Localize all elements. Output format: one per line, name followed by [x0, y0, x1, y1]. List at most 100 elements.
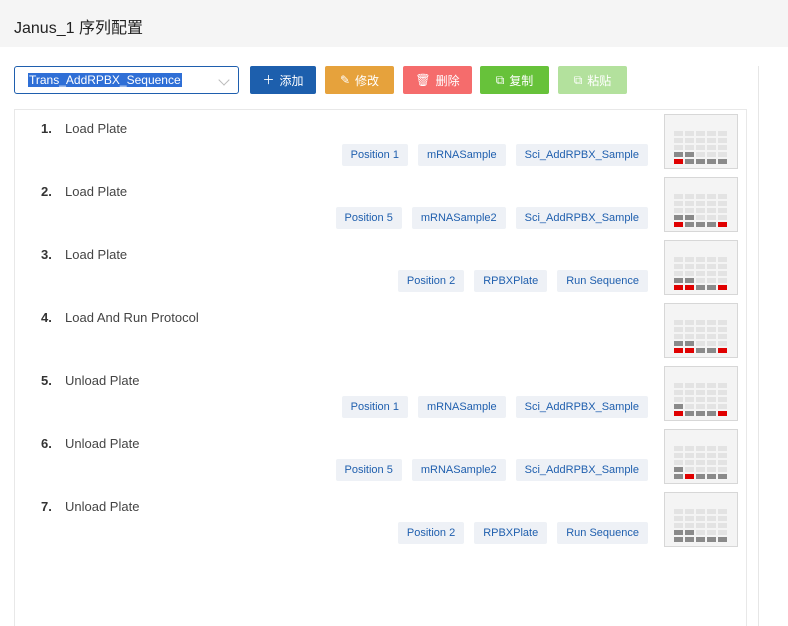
step-tag: Position 2 [397, 270, 465, 292]
deck-slot [718, 222, 727, 227]
deck-layout-thumbnail[interactable] [664, 429, 738, 484]
step-tags: Position 5 mRNASample2 Sci_AddRPBX_Sample [335, 207, 648, 229]
paste-icon: ⧉ [573, 73, 583, 87]
step-tag: mRNASample [417, 144, 506, 166]
deck-slot [718, 537, 727, 542]
deck-layout-thumbnail[interactable] [664, 303, 738, 358]
edit-button[interactable]: ✎ 修改 [325, 66, 394, 94]
delete-button[interactable]: 🗑 删除 [403, 66, 472, 94]
deck-slot [707, 257, 716, 262]
deck-slot [685, 537, 694, 542]
step-name: Load Plate [65, 247, 128, 262]
page-title: Janus_1 序列配置 [14, 20, 143, 37]
step-tag: RPBXPlate [474, 270, 548, 292]
sequence-step[interactable]: 3. Load Plate Position 2 RPBXPlate Run Seque… [15, 236, 748, 299]
sequence-step[interactable]: 5. Unload Plate Position 1 mRNASample Sci_Ad… [15, 362, 748, 425]
deck-slot [707, 145, 716, 150]
deck-slot [707, 208, 716, 213]
sequence-step[interactable]: 2. Load Plate Position 5 mRNASample2 Sci_Add… [15, 173, 748, 236]
deck-slot [696, 320, 705, 325]
sequence-select-value: Trans_AddRPBX_Sequence [28, 73, 182, 87]
deck-slot [718, 348, 727, 353]
add-button[interactable]: ＋ 添加 [250, 66, 316, 94]
deck-slot [685, 383, 694, 388]
deck-slot [707, 537, 716, 542]
deck-slot [707, 194, 716, 199]
deck-slot [707, 390, 716, 395]
deck-layout-thumbnail[interactable] [664, 177, 738, 232]
deck-slot [674, 159, 683, 164]
deck-slot [718, 201, 727, 206]
deck-slot [696, 334, 705, 339]
deck-slot [685, 222, 694, 227]
deck-slot [718, 145, 727, 150]
step-tag: RPBXPlate [474, 522, 548, 544]
deck-slot [718, 383, 727, 388]
step-name: Unload Plate [65, 499, 140, 514]
deck-slot [718, 159, 727, 164]
deck-slot [685, 404, 694, 409]
deck-slot [674, 467, 683, 472]
trash-icon: 🗑 [415, 73, 431, 87]
deck-slot [696, 152, 705, 157]
deck-slot [707, 222, 716, 227]
deck-slot [685, 341, 694, 346]
deck-slot [696, 201, 705, 206]
deck-slot [718, 194, 727, 199]
deck-slot [696, 131, 705, 136]
deck-slot [685, 453, 694, 458]
deck-layout-thumbnail[interactable] [664, 492, 738, 547]
deck-slot [674, 145, 683, 150]
deck-slot [674, 397, 683, 402]
paste-button[interactable]: ⧉ 粘贴 [558, 66, 627, 94]
deck-slot [696, 215, 705, 220]
deck-slot [685, 446, 694, 451]
step-number: 4. [41, 310, 52, 325]
deck-layout-thumbnail[interactable] [664, 366, 738, 421]
deck-slot [696, 537, 705, 542]
deck-slot [718, 390, 727, 395]
deck-slot [674, 390, 683, 395]
step-tag: Sci_AddRPBX_Sample [515, 207, 648, 229]
deck-slot [718, 404, 727, 409]
deck-slot [696, 264, 705, 269]
deck-slot [707, 404, 716, 409]
copy-button[interactable]: ⧉ 复制 [480, 66, 549, 94]
deck-slot [696, 145, 705, 150]
deck-slot [674, 131, 683, 136]
deck-slot [685, 278, 694, 283]
sequence-step[interactable]: 7. Unload Plate Position 2 RPBXPlate Run Seq… [15, 488, 748, 551]
deck-slot [707, 271, 716, 276]
deck-slot [707, 411, 716, 416]
deck-grid [674, 446, 727, 479]
deck-slot [696, 222, 705, 227]
deck-layout-thumbnail[interactable] [664, 240, 738, 295]
sequence-select[interactable]: Trans_AddRPBX_Sequence [14, 66, 239, 94]
deck-layout-thumbnail[interactable] [664, 114, 738, 169]
deck-slot [674, 194, 683, 199]
sequence-step[interactable]: 1. Load Plate Position 1 mRNASample Sci_AddR… [15, 110, 748, 173]
deck-slot [674, 404, 683, 409]
deck-slot [685, 257, 694, 262]
sequence-step[interactable]: 6. Unload Plate Position 5 mRNASample2 Sci_A… [15, 425, 748, 488]
deck-slot [685, 201, 694, 206]
deck-slot [707, 348, 716, 353]
scrollbar-track[interactable] [758, 66, 759, 626]
sequence-step[interactable]: 4. Load And Run Protocol [15, 299, 748, 362]
step-name: Unload Plate [65, 436, 140, 451]
deck-slot [718, 453, 727, 458]
deck-slot [685, 131, 694, 136]
step-tag: mRNASample [417, 396, 506, 418]
deck-slot [674, 201, 683, 206]
step-tag: Position 5 [335, 459, 402, 481]
paste-button-label: 粘贴 [587, 73, 612, 88]
deck-slot [707, 530, 716, 535]
deck-slot [674, 222, 683, 227]
deck-slot [696, 348, 705, 353]
deck-slot [685, 320, 694, 325]
copy-button-label: 复制 [509, 73, 534, 88]
step-tag: Run Sequence [557, 270, 648, 292]
deck-slot [707, 523, 716, 528]
deck-slot [685, 285, 694, 290]
step-tags: Position 5 mRNASample2 Sci_AddRPBX_Sample [335, 459, 648, 481]
